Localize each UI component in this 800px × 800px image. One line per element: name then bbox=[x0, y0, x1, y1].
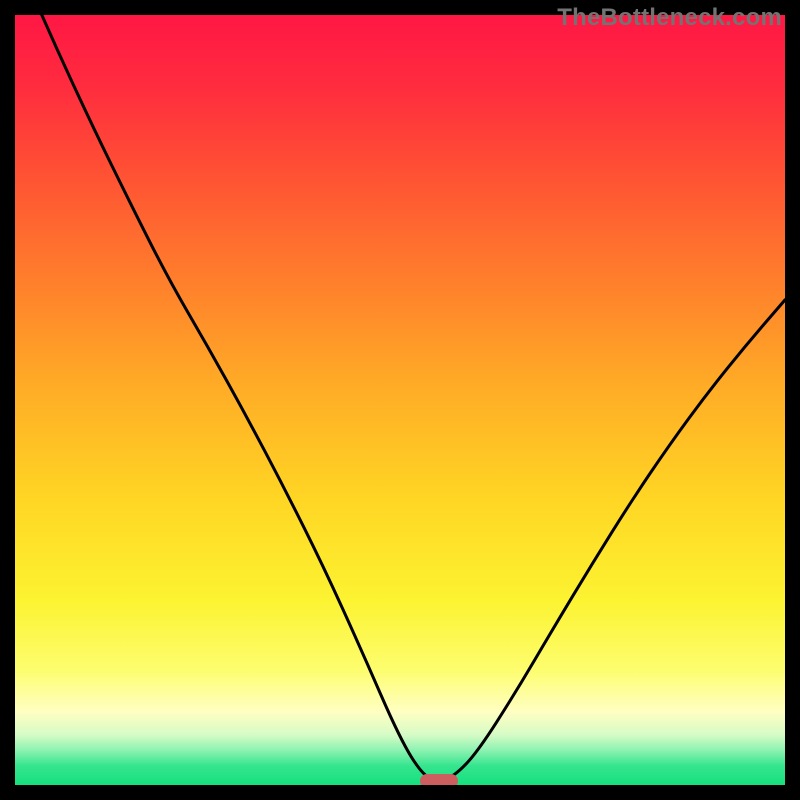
watermark-text: TheBottleneck.com bbox=[557, 4, 782, 32]
optimum-marker bbox=[420, 774, 458, 785]
bottleneck-curve bbox=[15, 15, 785, 785]
plot-area bbox=[15, 15, 785, 785]
chart-frame: TheBottleneck.com bbox=[0, 0, 800, 800]
